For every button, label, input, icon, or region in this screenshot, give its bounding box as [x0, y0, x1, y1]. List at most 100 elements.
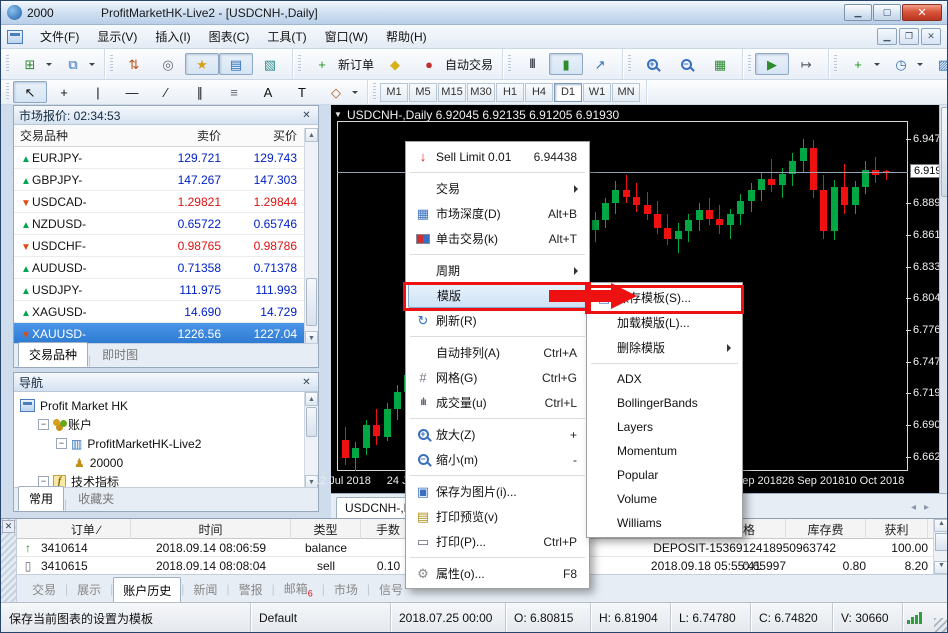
crosshair-button[interactable]: +: [47, 81, 81, 103]
tile-windows-button[interactable]: ▦: [703, 53, 737, 75]
templates-button[interactable]: ▨: [927, 53, 948, 75]
column-header-time[interactable]: 时间: [131, 519, 291, 539]
trendline-button[interactable]: ∕: [149, 81, 183, 103]
menu-item-2[interactable]: 插入(I): [146, 26, 199, 48]
template-submenu-template-popular[interactable]: Popular: [589, 463, 740, 487]
context-menu-zoom-in[interactable]: +放大(Z) +: [408, 422, 587, 447]
periods-button[interactable]: ◷: [884, 53, 927, 75]
navigator-tab-0[interactable]: 常用: [18, 486, 64, 511]
scroll-up-button[interactable]: ▲: [305, 128, 318, 142]
timeframe-W1[interactable]: W1: [583, 83, 611, 102]
column-bid[interactable]: 卖价: [149, 127, 227, 144]
timeframe-H1[interactable]: H1: [496, 83, 524, 102]
tree-item[interactable]: −账户: [20, 415, 318, 434]
template-submenu-template-adx[interactable]: ADX: [589, 367, 740, 391]
tree-collapse-icon[interactable]: −: [56, 438, 67, 449]
context-menu-periods[interactable]: 周期: [408, 258, 587, 283]
resize-grip[interactable]: [934, 618, 948, 632]
tree-item[interactable]: ♟20000: [20, 453, 318, 472]
context-menu-trading[interactable]: 交易: [408, 176, 587, 201]
context-menu-save-as-picture[interactable]: ▣保存为图片(i)...: [408, 479, 587, 504]
template-submenu-template-bollingerbands[interactable]: BollingerBands: [589, 391, 740, 415]
market-watch-row[interactable]: ▼USDCHF- 0.98765 0.98786: [14, 235, 318, 257]
market-watch-tab-1[interactable]: 即时图: [91, 342, 149, 367]
template-submenu-delete-template[interactable]: 删除模版: [589, 335, 740, 360]
menu-item-5[interactable]: 窗口(W): [316, 26, 377, 48]
context-menu-sell-limit[interactable]: ↓Sell Limit 0.01 6.94438: [408, 144, 587, 169]
terminal-tab-5[interactable]: 邮箱6: [275, 576, 322, 602]
navigator-button[interactable]: ★: [185, 53, 219, 75]
navigator-tab-1[interactable]: 收藏夹: [67, 486, 125, 511]
template-submenu-template-layers[interactable]: Layers: [589, 415, 740, 439]
terminal-tab-1[interactable]: 展示: [68, 577, 110, 602]
context-menu-properties[interactable]: ⚙属性(o)... F8: [408, 561, 587, 586]
data-window-button[interactable]: ◎: [151, 53, 185, 75]
template-submenu-template-williams[interactable]: Williams: [589, 511, 740, 535]
menu-item-6[interactable]: 帮助(H): [377, 26, 436, 48]
chart-shift-button[interactable]: ↦: [789, 53, 823, 75]
column-symbol[interactable]: 交易品种: [14, 127, 149, 144]
context-menu-templates[interactable]: 模版: [408, 283, 587, 308]
tree-item[interactable]: Profit Market HK: [20, 396, 318, 415]
tree-item[interactable]: −▥ProfitMarketHK-Live2: [20, 434, 318, 453]
horizontal-line-button[interactable]: —: [115, 81, 149, 103]
market-watch-row[interactable]: ▲AUDUSD- 0.71358 0.71378: [14, 257, 318, 279]
minimize-button[interactable]: ▁: [844, 4, 872, 21]
menu-item-3[interactable]: 图表(C): [200, 26, 259, 48]
scroll-down-button[interactable]: ▼: [934, 561, 948, 574]
autotrading-button[interactable]: ●自动交易: [412, 53, 497, 75]
mdi-minimize-button[interactable]: ▁: [877, 28, 897, 45]
column-header-type[interactable]: 类型: [291, 519, 361, 539]
column-header-order[interactable]: 订单 ∕: [41, 519, 131, 539]
mdi-close-button[interactable]: ✕: [921, 28, 941, 45]
market-watch-row[interactable]: ▲GBPJPY- 147.267 147.303: [14, 169, 318, 191]
channel-button[interactable]: ∥: [183, 81, 217, 103]
market-watch-row[interactable]: ▲EURJPY- 129.721 129.743: [14, 147, 318, 169]
bar-chart-button[interactable]: |||: [515, 53, 549, 75]
candlestick-chart-button[interactable]: ▮: [549, 53, 583, 75]
timeframe-H4[interactable]: H4: [525, 83, 553, 102]
terminal-scrollbar[interactable]: ▲ ▼: [933, 519, 948, 574]
scrollbar-thumb[interactable]: [935, 533, 948, 551]
terminal-tab-0[interactable]: 交易: [23, 577, 65, 602]
menu-item-1[interactable]: 显示(V): [88, 26, 146, 48]
dropdown-caret-icon[interactable]: [917, 63, 923, 69]
market-watch-row[interactable]: ▼USDCAD- 1.29821 1.29844: [14, 191, 318, 213]
column-ask[interactable]: 买价: [227, 127, 303, 144]
template-submenu-save-template[interactable]: ▤保存模板(S)...: [589, 285, 740, 310]
dropdown-caret-icon[interactable]: [46, 63, 52, 69]
timeframe-MN[interactable]: MN: [612, 83, 640, 102]
timeframe-D1[interactable]: D1: [554, 83, 582, 102]
navigator-close-icon[interactable]: ✕: [300, 376, 313, 389]
context-menu-depth-of-market[interactable]: ▦市场深度(D) Alt+B: [408, 201, 587, 226]
market-watch-button[interactable]: ⇅: [117, 53, 151, 75]
column-header-profit[interactable]: 获利: [866, 519, 928, 539]
context-menu-print-preview[interactable]: ▤打印预览(v): [408, 504, 587, 529]
terminal-tab-2[interactable]: 账户历史: [113, 577, 181, 604]
column-header-swap[interactable]: 库存费: [786, 519, 866, 539]
status-template[interactable]: Default: [251, 603, 391, 633]
tab-scroll-arrows[interactable]: ◂▸: [911, 502, 937, 513]
mdi-restore-button[interactable]: ❐: [899, 28, 919, 45]
indicators-button[interactable]: +: [841, 53, 884, 75]
auto-scroll-button[interactable]: ▶: [755, 53, 789, 75]
menu-item-0[interactable]: 文件(F): [31, 26, 88, 48]
scroll-up-button[interactable]: ▲: [934, 519, 948, 532]
cursor-button[interactable]: ↖: [13, 81, 47, 103]
context-menu-refresh[interactable]: ↻刷新(R): [408, 308, 587, 333]
dropdown-caret-icon[interactable]: [874, 63, 880, 69]
zoom-out-button[interactable]: −: [669, 53, 703, 75]
metaeditor-button[interactable]: ◆: [378, 53, 412, 75]
scroll-up-button[interactable]: ▲: [305, 392, 318, 406]
new-chart-button[interactable]: ⊞: [13, 53, 56, 75]
terminal-tab-6[interactable]: 市场: [325, 577, 367, 602]
scrollbar-thumb[interactable]: [941, 107, 948, 197]
context-menu-one-click-trading[interactable]: 单击交易(k) Alt+T: [408, 226, 587, 251]
terminal-button[interactable]: ▤: [219, 53, 253, 75]
label-button[interactable]: T: [285, 81, 319, 103]
shapes-button[interactable]: ◇: [319, 81, 362, 103]
fibonacci-button[interactable]: ≡: [217, 81, 251, 103]
timeframe-M1[interactable]: M1: [380, 83, 408, 102]
market-watch-row[interactable]: ▲USDJPY- 111.975 111.993: [14, 279, 318, 301]
context-menu-grid[interactable]: #网格(G) Ctrl+G: [408, 365, 587, 390]
